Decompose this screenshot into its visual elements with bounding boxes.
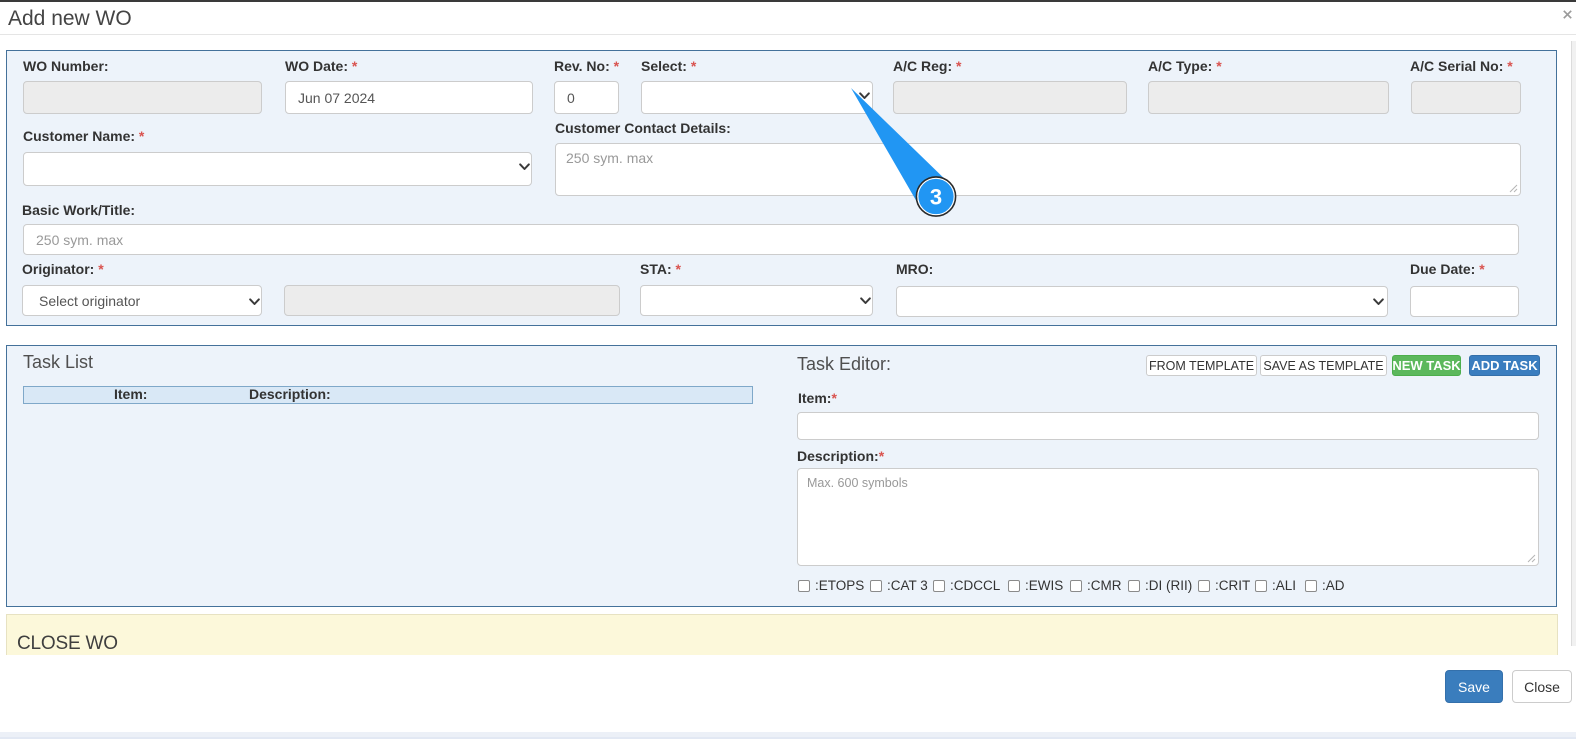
- svg-text:3: 3: [930, 185, 942, 210]
